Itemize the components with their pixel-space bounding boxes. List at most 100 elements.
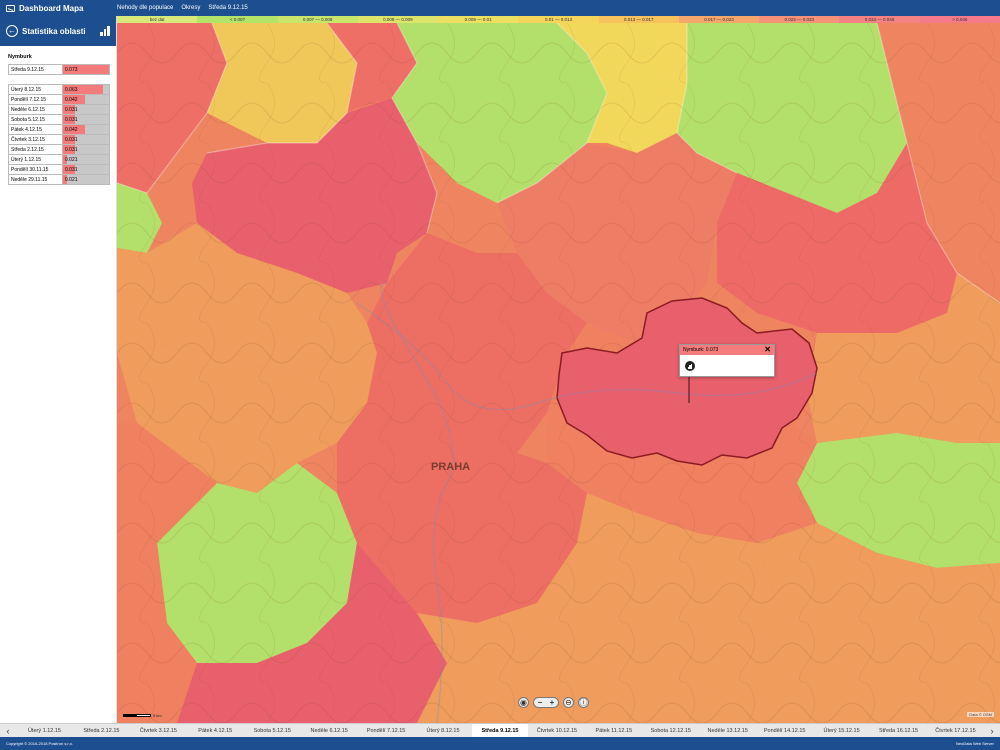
legend-item: 0.008 — 0.009 bbox=[357, 16, 439, 23]
history-row[interactable]: Pondělí 7.12.15 0.042 bbox=[8, 94, 110, 105]
footer-right: NeoData Web Server bbox=[956, 741, 994, 746]
scale-label: 5 km bbox=[153, 713, 162, 718]
back-arrow-icon[interactable]: ← bbox=[6, 25, 18, 37]
history-row[interactable]: Neděle 6.12.15 0.031 bbox=[8, 104, 110, 115]
timeline-day[interactable]: Středa 9.12.15 bbox=[471, 724, 529, 737]
timeline-day[interactable]: Středa 16.12.15 bbox=[870, 724, 927, 737]
timeline-day[interactable]: Pondělí 14.12.15 bbox=[756, 724, 813, 737]
history-value-cell: 0.031 bbox=[62, 134, 110, 145]
info-icon[interactable]: ⓘ bbox=[578, 697, 589, 708]
history-value: 0.042 bbox=[65, 96, 78, 103]
history-date: Pondělí 7.12.15 bbox=[8, 94, 63, 105]
layers-icon[interactable]: ⊖ bbox=[563, 697, 574, 708]
history-date: Středa 2.12.15 bbox=[8, 144, 63, 155]
history-row[interactable]: Sobota 5.12.15 0.031 bbox=[8, 114, 110, 125]
history-value: 0.021 bbox=[65, 156, 78, 163]
map-canvas[interactable]: PRAHA bbox=[117, 23, 1000, 723]
timeline-day[interactable]: Pátek 11.12.15 bbox=[585, 724, 642, 737]
timeline: ‹ Úterý 1.12.15 Středa 2.12.15 Čtvrtek 3.1… bbox=[0, 723, 1000, 737]
history-row[interactable]: Čtvrtek 3.12.15 0.031 bbox=[8, 134, 110, 145]
timeline-day[interactable]: Čtvrtek 17.12.15 bbox=[927, 724, 984, 737]
history-date: Pondělí 30.11.15 bbox=[8, 164, 63, 175]
timeline-day[interactable]: Pátek 4.12.15 bbox=[187, 724, 244, 737]
bar-chart-icon[interactable] bbox=[100, 26, 110, 36]
legend-item: 0.007 — 0.008 bbox=[277, 16, 358, 23]
history-value: 0.031 bbox=[65, 116, 78, 123]
sidebar: ← Statistika oblasti Nymburk Středa 9.12… bbox=[0, 16, 117, 723]
legend-item: 0.023 — 0.033 bbox=[759, 16, 840, 23]
history-row[interactable]: Pátek 4.12.15 0.042 bbox=[8, 124, 110, 135]
map-attribution: Data © OSM bbox=[967, 712, 994, 717]
zoom-control: − + bbox=[533, 697, 559, 708]
history-value: 0.042 bbox=[65, 126, 78, 133]
history-row[interactable]: Úterý 1.12.15 0.021 bbox=[8, 154, 110, 165]
zoom-in-icon[interactable]: + bbox=[550, 698, 555, 707]
map-controls: ◉ − + ⊖ ⓘ bbox=[518, 697, 589, 708]
current-value: 0.073 bbox=[65, 66, 78, 73]
timeline-day[interactable]: Pondělí 7.12.15 bbox=[358, 724, 415, 737]
chevron-left-icon[interactable]: ‹ bbox=[0, 726, 16, 736]
close-icon[interactable]: ✕ bbox=[764, 346, 771, 354]
timeline-day[interactable]: Čtvrtek 3.12.15 bbox=[130, 724, 187, 737]
history-date: Úterý 1.12.15 bbox=[8, 154, 63, 165]
history-date: Pátek 4.12.15 bbox=[8, 124, 63, 135]
popup-header: Nymburk: 0.073 ✕ bbox=[680, 345, 774, 355]
map[interactable]: PRAHA bbox=[117, 23, 1000, 723]
copyright: Copyright © 2016-2018 Positron s.r.o. bbox=[6, 741, 73, 746]
timeline-day[interactable]: Úterý 1.12.15 bbox=[16, 724, 73, 737]
history-row[interactable]: Neděle 29.11.15 0.021 bbox=[8, 174, 110, 185]
scale-bar-graphic bbox=[123, 714, 151, 717]
history-value: 0.031 bbox=[65, 136, 78, 143]
locate-icon[interactable]: ◉ bbox=[518, 697, 529, 708]
history-table: Úterý 8.12.15 0.063 Pondělí 7.12.15 0.042 Ne… bbox=[8, 84, 110, 185]
timeline-day[interactable]: Středa 2.12.15 bbox=[73, 724, 130, 737]
history-value: 0.031 bbox=[65, 106, 78, 113]
breadcrumb: Nehody dle populace Okresy Středa 9.12.1… bbox=[117, 5, 248, 11]
nav-item-date[interactable]: Středa 9.12.15 bbox=[208, 5, 247, 11]
zoom-out-icon[interactable]: − bbox=[538, 698, 543, 707]
chart-window-icon bbox=[6, 4, 15, 12]
popup-title: Nymburk: 0.073 bbox=[683, 347, 719, 353]
nav-item-unit[interactable]: Okresy bbox=[181, 5, 200, 11]
history-value-cell: 0.042 bbox=[62, 94, 110, 105]
top-bar: Dashboard Mapa Nehody dle populace Okres… bbox=[0, 0, 1000, 16]
legend-bar: bez dat < 0.007 0.007 — 0.008 0.008 — 0.009… bbox=[117, 16, 1000, 23]
history-row[interactable]: Úterý 8.12.15 0.063 bbox=[8, 84, 110, 95]
timeline-day[interactable]: Úterý 15.12.15 bbox=[813, 724, 870, 737]
legend-item: bez dat bbox=[117, 16, 198, 23]
history-value-cell: 0.031 bbox=[62, 144, 110, 155]
history-row[interactable]: Pondělí 30.11.15 0.031 bbox=[8, 164, 110, 175]
current-value-table: Středa 9.12.15 0.073 bbox=[8, 64, 110, 75]
sidebar-title: Statistika oblasti bbox=[22, 26, 86, 36]
history-date: Sobota 5.12.15 bbox=[8, 114, 63, 125]
legend-item: 0.017 — 0.023 bbox=[678, 16, 760, 23]
history-value: 0.031 bbox=[65, 146, 78, 153]
history-row[interactable]: Středa 2.12.15 0.031 bbox=[8, 144, 110, 155]
legend-item: < 0.007 bbox=[197, 16, 278, 23]
app: Dashboard Mapa Nehody dle populace Okres… bbox=[0, 0, 1000, 750]
region-popup: Nymburk: 0.073 ✕ bbox=[679, 344, 775, 377]
timeline-day[interactable]: Sobota 5.12.15 bbox=[244, 724, 301, 737]
history-value-cell: 0.031 bbox=[62, 114, 110, 125]
legend-item: 0.033 — 0.046 bbox=[839, 16, 920, 23]
chevron-right-icon[interactable]: › bbox=[984, 726, 1000, 736]
app-title: Dashboard Mapa bbox=[19, 3, 84, 13]
legend-item: 0.01 — 0.013 bbox=[518, 16, 599, 23]
history-value-cell: 0.021 bbox=[62, 154, 110, 165]
terrain-texture bbox=[117, 23, 1000, 723]
history-value-cell: 0.042 bbox=[62, 124, 110, 135]
nav-item-layer[interactable]: Nehody dle populace bbox=[117, 5, 173, 11]
timeline-day[interactable]: Neděle 13.12.15 bbox=[699, 724, 756, 737]
timeline-day[interactable]: Čtvrtek 10.12.15 bbox=[528, 724, 585, 737]
app-logo[interactable]: Dashboard Mapa bbox=[0, 4, 117, 13]
footer: Copyright © 2016-2018 Positron s.r.o. Ne… bbox=[0, 737, 1000, 750]
chart-icon[interactable] bbox=[685, 361, 695, 371]
history-date: Neděle 29.11.15 bbox=[8, 174, 63, 185]
timeline-day[interactable]: Sobota 12.12.15 bbox=[642, 724, 699, 737]
timeline-days: Úterý 1.12.15 Středa 2.12.15 Čtvrtek 3.12.… bbox=[16, 724, 984, 737]
history-date: Čtvrtek 3.12.15 bbox=[8, 134, 63, 145]
timeline-day[interactable]: Úterý 8.12.15 bbox=[415, 724, 472, 737]
sidebar-header: ← Statistika oblasti bbox=[0, 16, 116, 46]
timeline-day[interactable]: Neděle 6.12.15 bbox=[301, 724, 358, 737]
current-date: Středa 9.12.15 bbox=[8, 64, 63, 75]
